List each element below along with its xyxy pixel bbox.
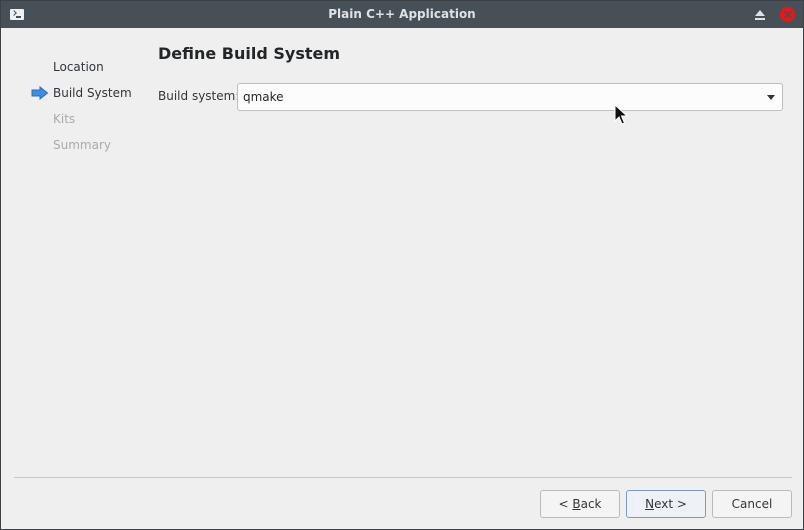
arrow-right-icon: [31, 86, 49, 100]
mouse-cursor-icon: [614, 104, 628, 125]
title-bar[interactable]: Plain C++ Application: [1, 1, 803, 28]
build-system-label: Build system:: [158, 89, 240, 103]
step-build-system: Build System: [53, 86, 132, 100]
step-location: Location: [53, 60, 104, 74]
build-system-combobox[interactable]: qmake: [237, 83, 783, 111]
build-system-value: qmake: [243, 90, 284, 104]
divider: [14, 477, 792, 478]
page-title: Define Build System: [158, 44, 341, 63]
cancel-button[interactable]: Cancel: [712, 490, 792, 518]
wizard-window: Plain C++ Application Location Build Sys…: [0, 0, 804, 530]
chevron-down-icon: [767, 95, 775, 100]
step-summary: Summary: [53, 138, 111, 152]
back-button[interactable]: < Back: [540, 490, 620, 518]
window-title: Plain C++ Application: [328, 7, 476, 21]
keep-above-icon[interactable]: [753, 9, 767, 21]
step-kits: Kits: [53, 112, 76, 126]
close-icon[interactable]: [780, 7, 795, 22]
next-button[interactable]: Next >: [626, 490, 706, 518]
